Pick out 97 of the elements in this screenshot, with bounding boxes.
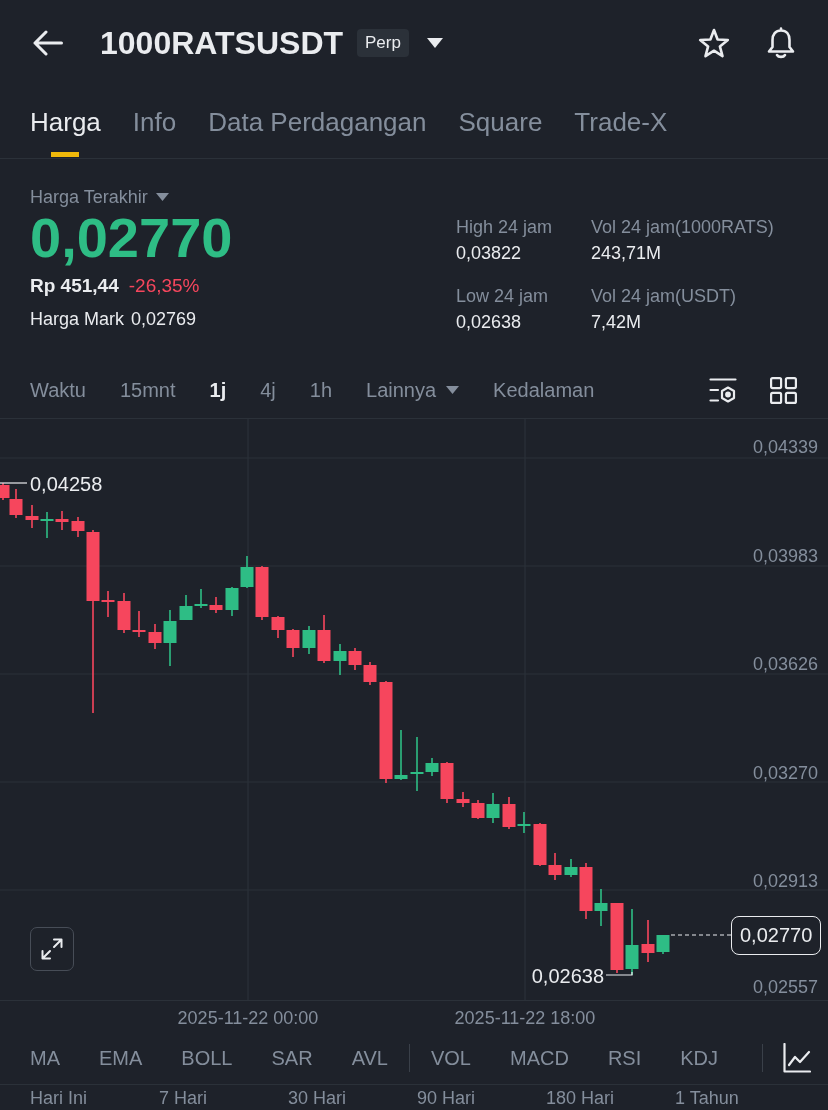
stat-label: Vol 24 jam(USDT) — [591, 285, 737, 307]
rising-candle — [302, 625, 316, 655]
falling-candle — [502, 796, 516, 830]
stat-value: 243,71M — [591, 242, 662, 264]
time-label: 2025-11-22 18:00 — [454, 1007, 596, 1029]
rising-candle — [333, 643, 347, 676]
range-option[interactable]: 1 Tahun — [675, 1088, 739, 1108]
indicator-option[interactable]: MACD — [510, 1045, 569, 1071]
mark-price-label: Harga Mark — [30, 308, 125, 331]
interval-menu[interactable]: Lainnya — [366, 377, 460, 403]
indicator-option[interactable]: MA — [30, 1045, 60, 1071]
interval-option[interactable]: Waktu — [30, 377, 86, 403]
stat-label: Vol 24 jam(1000RATS) — [591, 216, 774, 238]
price-type-label: Harga Terakhir — [30, 186, 148, 208]
axis-label: 0,03626 — [752, 654, 818, 674]
rising-candle — [594, 888, 608, 927]
indicator-option[interactable]: SAR — [271, 1045, 313, 1071]
low-price-label: 0,02638 — [531, 965, 604, 987]
range-option[interactable]: Hari Ini — [30, 1088, 87, 1108]
falling-candle — [317, 614, 331, 664]
leader-line — [0, 482, 28, 484]
last-price: 0,02770 — [30, 208, 233, 268]
tab[interactable]: Square — [458, 86, 543, 158]
range-option[interactable]: 7 Hari — [159, 1088, 207, 1108]
interval-option[interactable]: 4j — [260, 377, 276, 403]
stat-value: 0,03822 — [456, 242, 522, 264]
indicator-option[interactable]: EMA — [99, 1045, 143, 1071]
indicator-option[interactable]: AVL — [351, 1045, 388, 1071]
tab[interactable]: Harga — [30, 86, 101, 158]
interval-option[interactable]: 1h — [309, 377, 333, 403]
axis-label: 0,03270 — [752, 763, 818, 783]
time-label: 2025-11-22 00:00 — [177, 1007, 319, 1029]
symbol-title: 1000RATSUSDT — [100, 24, 344, 63]
rising-candle — [564, 858, 578, 878]
line-chart-icon[interactable] — [783, 1043, 811, 1073]
falling-candle — [286, 628, 300, 658]
tab[interactable]: Data Perdagangan — [208, 86, 427, 158]
falling-candle — [610, 902, 624, 974]
indicator-option[interactable]: RSI — [607, 1045, 642, 1071]
caret-icon[interactable] — [426, 38, 443, 48]
range-option[interactable]: 30 Hari — [288, 1088, 347, 1108]
falling-candle — [471, 799, 485, 820]
falling-candle — [209, 596, 223, 614]
falling-candle — [271, 615, 285, 639]
rising-candle — [194, 588, 208, 609]
price-line — [670, 934, 732, 936]
rising-candle — [486, 792, 500, 824]
falling-candle — [55, 510, 69, 531]
stat-label: High 24 jam — [456, 216, 553, 238]
rising-candle — [656, 934, 670, 955]
tab[interactable]: Trade-X — [574, 86, 668, 158]
falling-candle — [579, 862, 593, 920]
indicator-option[interactable]: BOLL — [181, 1045, 233, 1071]
grid-icon[interactable] — [770, 376, 797, 404]
chart-settings-icon[interactable] — [709, 377, 737, 403]
mark-price: 0,02769 — [131, 308, 197, 331]
fiat-price: Rp 451,44 — [30, 274, 119, 298]
perp-badge: Perp — [357, 29, 409, 57]
rising-candle — [394, 729, 408, 781]
indicator-option[interactable]: KDJ — [680, 1045, 718, 1071]
star-icon[interactable] — [698, 27, 730, 59]
axis-label: 0,04339 — [752, 437, 818, 457]
rising-candle — [179, 594, 193, 621]
falling-candle — [348, 647, 362, 671]
rising-candle — [240, 555, 254, 589]
falling-candle — [363, 661, 377, 686]
bell-icon[interactable] — [766, 27, 796, 59]
leader-line — [605, 971, 633, 976]
price-change: -26,35% — [128, 274, 200, 298]
rising-candle — [40, 511, 54, 539]
last-price-tag: 0,02770 — [731, 916, 822, 955]
range-option[interactable]: 90 Hari — [417, 1088, 476, 1108]
falling-candle — [25, 504, 39, 529]
falling-candle — [148, 623, 162, 650]
back-icon[interactable] — [33, 30, 63, 56]
falling-candle — [440, 761, 454, 804]
falling-candle — [255, 565, 269, 621]
interval-option[interactable]: 15mnt — [119, 377, 176, 403]
interval-option[interactable]: 1j — [209, 377, 227, 403]
interval-option[interactable]: Kedalaman — [493, 377, 595, 403]
stat-value: 7,42M — [591, 311, 642, 333]
range-option[interactable]: 180 Hari — [546, 1088, 615, 1108]
indicator-option[interactable]: VOL — [430, 1045, 471, 1071]
rising-candle — [163, 609, 177, 667]
falling-candle — [456, 791, 470, 808]
axis-label: 0,03983 — [752, 546, 818, 566]
expand-button[interactable] — [30, 927, 74, 971]
falling-candle — [641, 919, 655, 963]
high-price-label: 0,04258 — [30, 473, 103, 495]
stat-label: Low 24 jam — [456, 285, 549, 307]
rising-candle — [225, 586, 239, 617]
tab[interactable]: Info — [132, 86, 177, 158]
axis-label: 0,02913 — [752, 871, 818, 891]
axis-label: 0,02557 — [752, 977, 818, 997]
expand-icon — [41, 938, 63, 960]
rising-candle — [517, 811, 531, 834]
stat-value: 0,02638 — [456, 311, 522, 333]
